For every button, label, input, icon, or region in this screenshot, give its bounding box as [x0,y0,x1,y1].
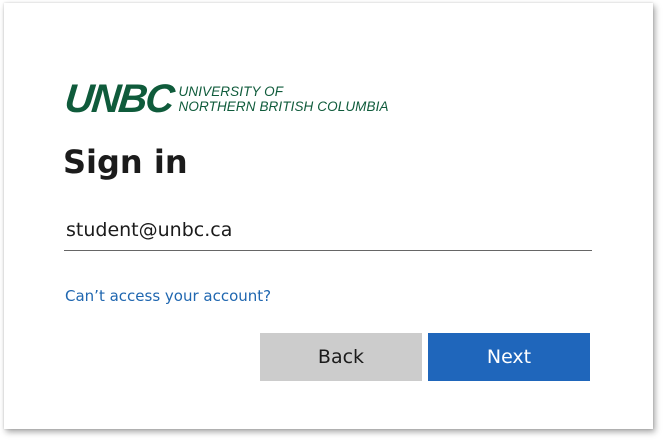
next-button[interactable]: Next [428,333,590,381]
back-button[interactable]: Back [260,333,422,381]
logo-wordmark: UNIVERSITY OF NORTHERN BRITISH COLUMBIA [179,84,389,114]
cant-access-account-link[interactable]: Can’t access your account? [65,287,271,305]
logo-mark: UNBC [62,77,175,121]
logo-line-1: UNIVERSITY OF [178,84,284,99]
unbc-logo: UNBC UNIVERSITY OF NORTHERN BRITISH COLU… [62,75,389,123]
page-title: Sign in [63,143,188,181]
email-field[interactable] [64,210,592,251]
logo-line-2: NORTHERN BRITISH COLUMBIA [178,99,389,114]
